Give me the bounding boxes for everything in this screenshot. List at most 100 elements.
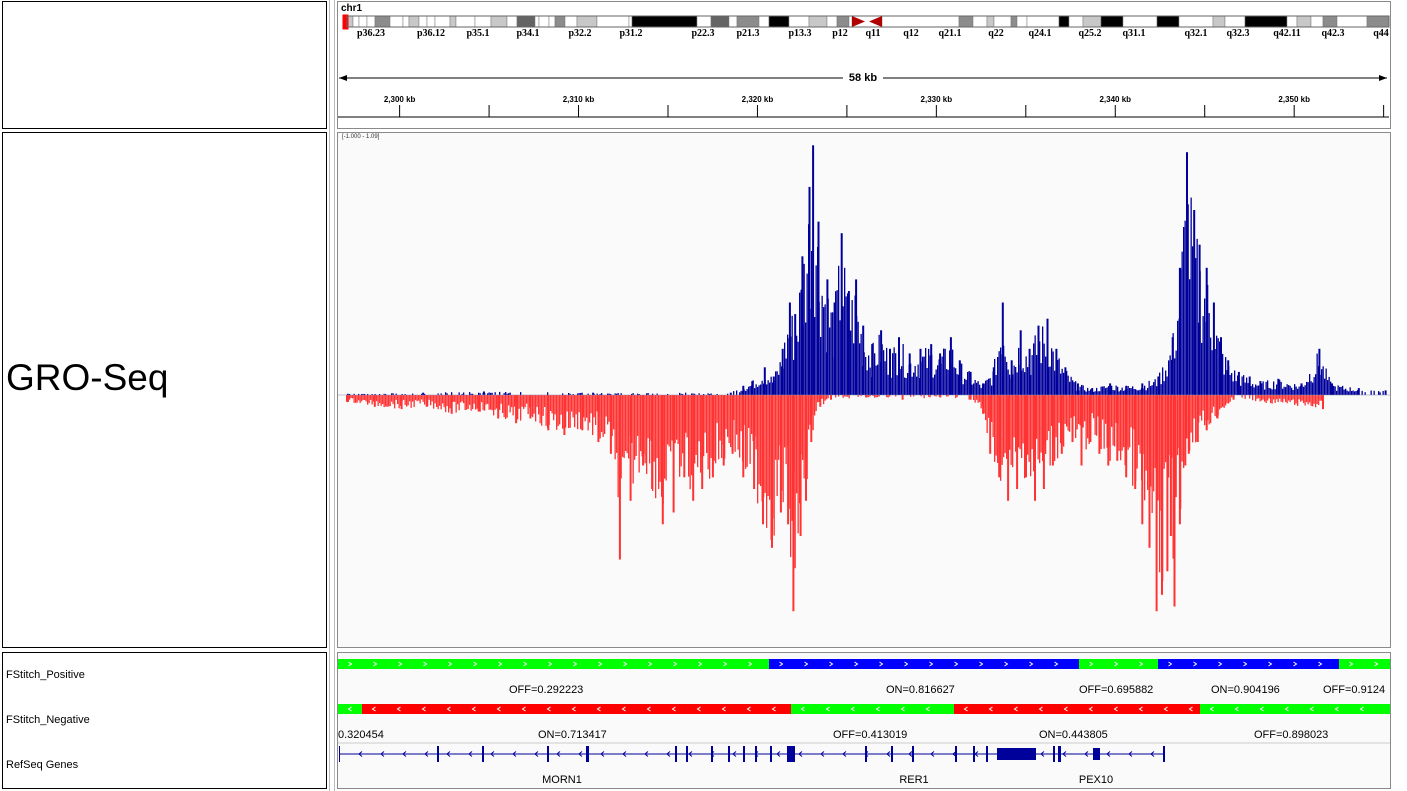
data-point-bar bbox=[1064, 367, 1067, 395]
panel-divider[interactable] bbox=[329, 0, 335, 791]
data-bar bbox=[1271, 389, 1273, 395]
data-point-bar bbox=[901, 395, 904, 400]
data-bar bbox=[823, 395, 825, 405]
data-bar bbox=[1096, 387, 1098, 395]
data-bar bbox=[542, 395, 544, 416]
chromosome-name[interactable]: chr1 bbox=[341, 3, 362, 14]
data-point-bar bbox=[373, 395, 376, 407]
data-bar bbox=[458, 395, 460, 411]
data-bar bbox=[1315, 395, 1317, 408]
data-bar bbox=[734, 395, 736, 452]
data-bar bbox=[443, 395, 445, 408]
data-bar bbox=[943, 348, 945, 395]
data-bar bbox=[431, 395, 433, 402]
data-point-bar bbox=[781, 348, 784, 395]
data-bar bbox=[391, 395, 393, 402]
data-bar bbox=[1303, 386, 1305, 395]
data-bar bbox=[1175, 350, 1177, 395]
data-bar bbox=[1118, 391, 1120, 395]
data-bar bbox=[1102, 386, 1104, 395]
exon bbox=[955, 746, 957, 762]
data-point-bar bbox=[425, 395, 428, 407]
data-bar bbox=[1151, 385, 1153, 395]
data-bar bbox=[1274, 395, 1276, 403]
cytoband bbox=[986, 15, 995, 28]
data-bar bbox=[1295, 395, 1297, 404]
fstitch-tracks[interactable] bbox=[338, 653, 1390, 788]
data-bar bbox=[1181, 251, 1183, 395]
data-bar bbox=[1258, 385, 1260, 395]
data-bar bbox=[997, 357, 999, 395]
data-bar bbox=[1294, 384, 1296, 395]
data-bar bbox=[914, 366, 916, 395]
data-bar bbox=[1028, 395, 1030, 462]
data-point-bar bbox=[1019, 330, 1022, 395]
data-bar bbox=[986, 395, 988, 433]
data-bar bbox=[1262, 381, 1264, 395]
data-bar bbox=[1079, 386, 1081, 395]
data-bar bbox=[1252, 384, 1254, 395]
data-bar bbox=[787, 334, 789, 395]
data-point-bar bbox=[1007, 395, 1010, 501]
data-bar bbox=[1201, 342, 1203, 395]
data-bar bbox=[637, 395, 639, 436]
cytoband bbox=[826, 15, 838, 28]
data-bar bbox=[677, 395, 679, 444]
data-point-bar bbox=[1091, 388, 1094, 395]
data-bar bbox=[595, 395, 597, 425]
data-bar bbox=[1211, 350, 1213, 395]
cytoband-label: q12 bbox=[903, 28, 919, 39]
data-point-bar bbox=[1232, 395, 1235, 400]
data-bar bbox=[1115, 385, 1117, 395]
data-bar bbox=[1166, 376, 1168, 395]
data-bar bbox=[1109, 395, 1111, 461]
data-bar bbox=[458, 392, 460, 395]
data-bar bbox=[733, 391, 735, 395]
refseq-track-name[interactable]: RefSeq Genes bbox=[6, 759, 78, 771]
data-bar bbox=[1226, 395, 1228, 404]
data-bar bbox=[886, 347, 888, 395]
data-point-bar bbox=[1186, 152, 1188, 395]
gro-seq-track-name[interactable]: GRO-Seq bbox=[6, 359, 168, 396]
data-bar bbox=[1030, 395, 1032, 477]
data-point-bar bbox=[1107, 395, 1110, 466]
data-bar bbox=[1298, 386, 1300, 395]
data-point-bar bbox=[788, 302, 791, 395]
cytoband bbox=[1010, 15, 1018, 28]
data-bar bbox=[364, 395, 366, 400]
data-bar bbox=[985, 380, 987, 395]
data-bar bbox=[1027, 367, 1029, 395]
data-bar bbox=[805, 322, 807, 395]
data-bar bbox=[655, 395, 657, 499]
data-bar bbox=[608, 395, 610, 422]
data-bar bbox=[1264, 389, 1266, 395]
data-bar bbox=[826, 395, 828, 400]
fstitch-positive-track-name[interactable]: FStitch_Positive bbox=[6, 669, 85, 681]
data-bar bbox=[623, 395, 625, 459]
data-bar bbox=[887, 374, 889, 395]
data-bar bbox=[770, 376, 772, 395]
data-bar bbox=[557, 395, 559, 427]
data-bar bbox=[901, 366, 903, 395]
data-bar bbox=[1333, 385, 1335, 395]
data-bar bbox=[866, 370, 868, 395]
data-bar bbox=[1070, 376, 1072, 395]
data-bar bbox=[952, 349, 954, 395]
data-bar bbox=[1031, 395, 1033, 450]
data-point-bar bbox=[1034, 395, 1036, 501]
data-bar bbox=[1120, 390, 1122, 395]
genomic-ruler[interactable] bbox=[337, 60, 1391, 130]
data-bar bbox=[527, 395, 529, 415]
cytoband bbox=[408, 15, 420, 28]
data-bar bbox=[1183, 395, 1185, 468]
data-point-bar bbox=[1080, 395, 1083, 466]
data-bar bbox=[455, 395, 457, 413]
data-bar bbox=[766, 384, 768, 395]
gene-name-label: PEX10 bbox=[1078, 774, 1114, 786]
data-bar bbox=[545, 395, 547, 426]
data-bar bbox=[1060, 373, 1062, 395]
cytoband bbox=[538, 15, 550, 28]
data-bar bbox=[728, 395, 730, 444]
gro-seq-bar-chart[interactable] bbox=[338, 133, 1390, 647]
fstitch-negative-track-name[interactable]: FStitch_Negative bbox=[6, 714, 90, 726]
